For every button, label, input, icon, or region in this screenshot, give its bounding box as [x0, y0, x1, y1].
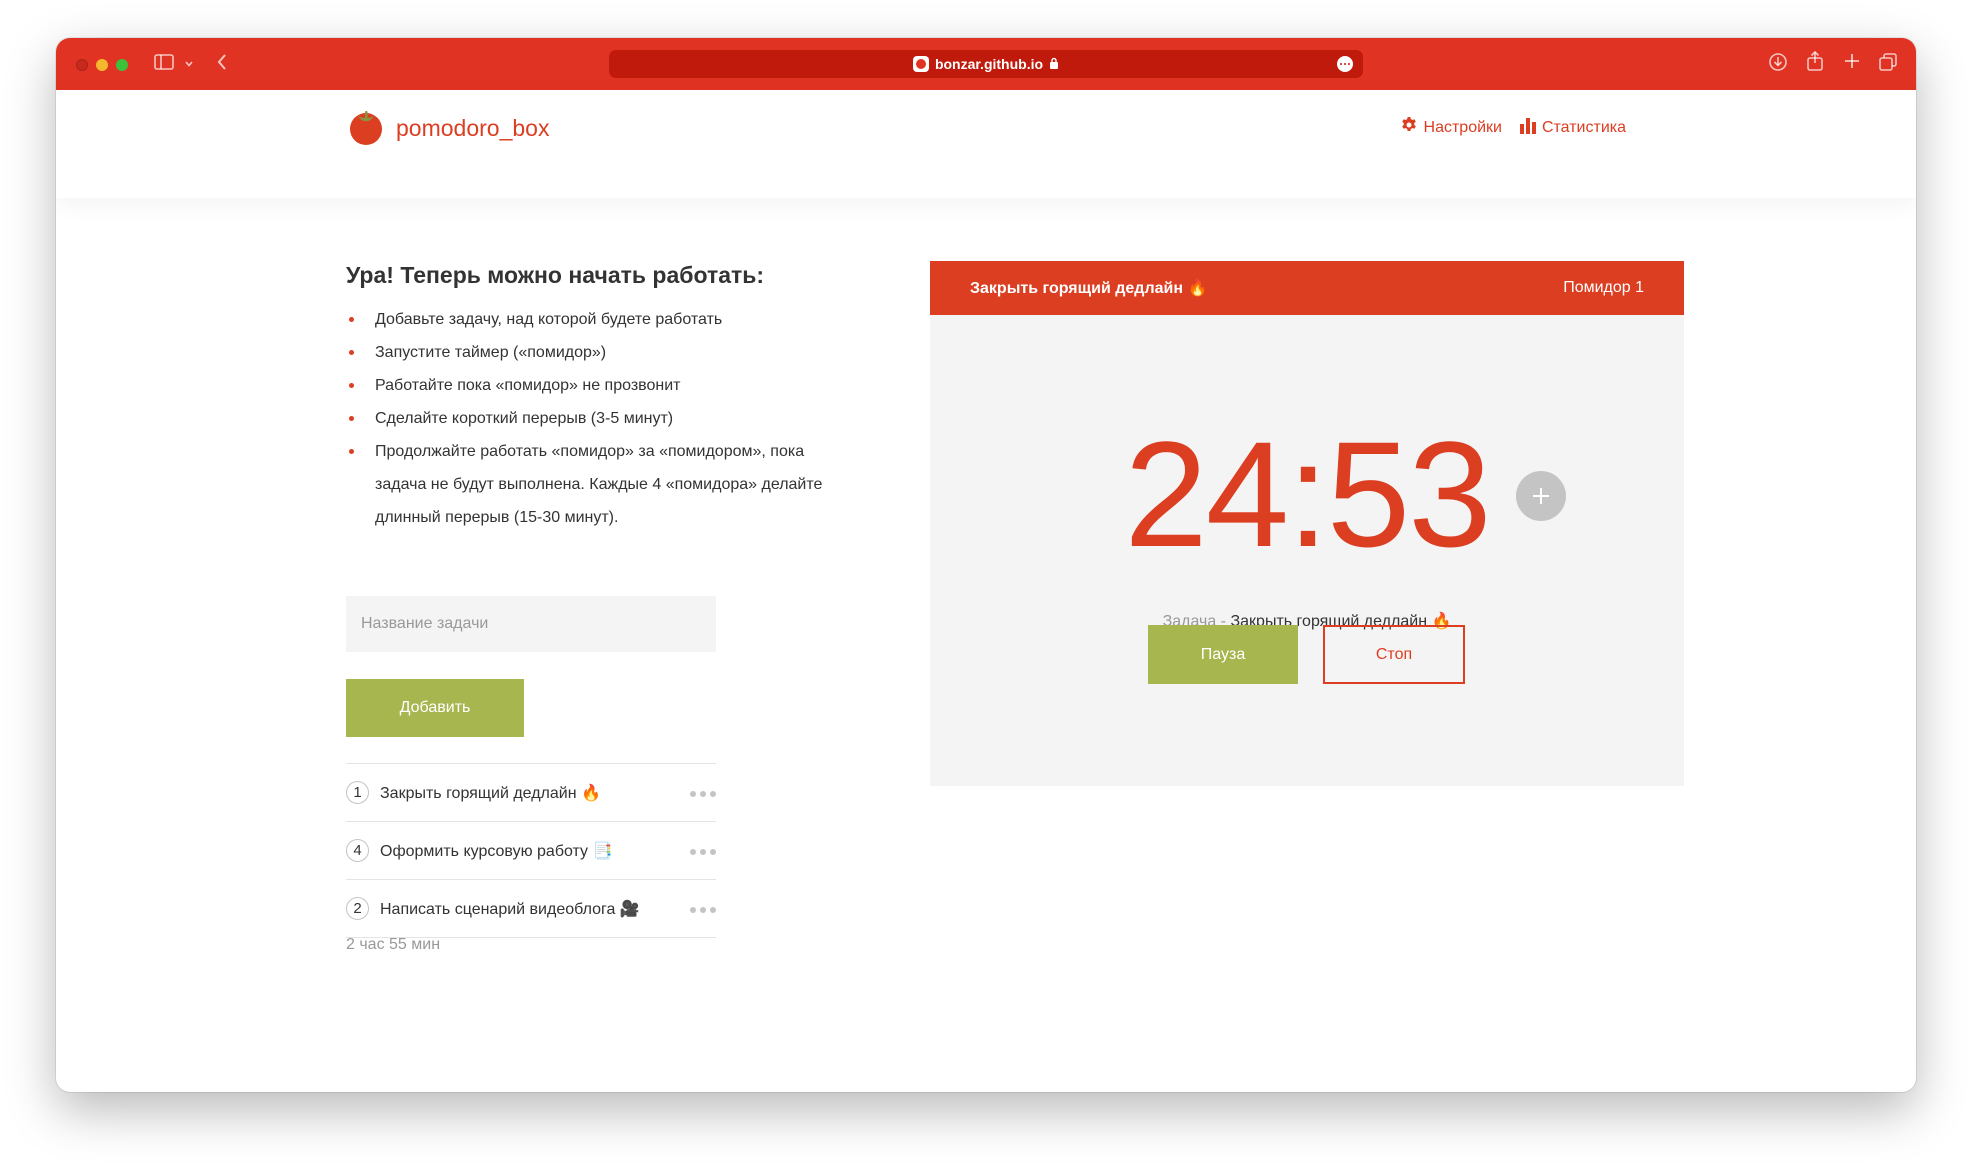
site-logo[interactable]: pomodoro_box [346, 106, 549, 151]
chevron-down-icon[interactable] [184, 56, 194, 74]
nav-statistics[interactable]: Статистика [1519, 116, 1626, 139]
step-item: Работайте пока «помидор» не прозвонит [346, 369, 856, 402]
add-task-button[interactable]: Добавить [346, 679, 524, 737]
timer-controls: Пауза Стоп [1148, 625, 1465, 684]
timer-header: Закрыть горящий дедлайн 🔥 Помидор 1 [930, 261, 1684, 315]
task-name: Написать сценарий видеоблога 🎥 [380, 900, 640, 918]
lock-icon [1049, 56, 1059, 72]
timer-display: 24:53 [1124, 410, 1491, 578]
timer-card: Закрыть горящий дедлайн 🔥 Помидор 1 24:5… [930, 261, 1684, 786]
url-text: bonzar.github.io [934, 56, 1044, 72]
site-header: pomodoro_box Настройки Статистика [56, 90, 1916, 198]
task-item[interactable]: 4 Оформить курсовую работу 📑 [346, 822, 716, 880]
step-item: Продолжайте работать «помидор» за «помид… [346, 435, 856, 534]
close-window-button[interactable] [76, 59, 88, 71]
page-menu-icon[interactable] [1337, 56, 1353, 72]
pomodoro-count: 4 [346, 839, 369, 862]
site-favicon-icon [912, 56, 929, 72]
pause-button[interactable]: Пауза [1148, 625, 1298, 684]
instructions-panel: Ура! Теперь можно начать работать: Добав… [346, 262, 856, 953]
pomodoro-number: Помидор 1 [1563, 279, 1644, 296]
logo-text: pomodoro_box [396, 115, 550, 141]
task-name: Закрыть горящий дедлайн 🔥 [380, 784, 601, 802]
task-item[interactable]: 2 Написать сценарий видеоблога 🎥 [346, 880, 716, 938]
sidebar-toggle-icon[interactable] [154, 53, 174, 76]
back-icon[interactable] [216, 53, 228, 76]
bar-chart-icon [1519, 116, 1536, 139]
browser-toolbar: bonzar.github.io [56, 38, 1916, 90]
nav-settings-label: Настройки [1423, 118, 1502, 136]
total-time: 2 час 55 мин [346, 936, 441, 953]
main-nav: Настройки Статистика [1400, 116, 1626, 139]
task-menu-icon[interactable] [690, 905, 716, 915]
gear-icon [1400, 116, 1418, 139]
zoom-window-button[interactable] [116, 59, 128, 71]
download-icon[interactable] [1768, 52, 1788, 77]
pomodoro-count: 1 [346, 781, 369, 804]
task-menu-icon[interactable] [690, 847, 716, 857]
tomato-icon [346, 106, 386, 151]
nav-settings[interactable]: Настройки [1400, 116, 1502, 139]
task-menu-icon[interactable] [690, 789, 716, 799]
new-tab-icon[interactable] [1843, 52, 1861, 75]
step-item: Запустите таймер («помидор») [346, 336, 856, 369]
browser-window: bonzar.github.io pomodoro_box Настройки … [56, 38, 1916, 1092]
task-list: 1 Закрыть горящий дедлайн 🔥 4 Оформить к… [346, 763, 716, 938]
tab-overview-icon[interactable] [1878, 52, 1898, 77]
task-name-input[interactable] [346, 596, 716, 652]
share-icon[interactable] [1806, 50, 1824, 77]
add-time-button[interactable] [1516, 471, 1566, 521]
step-item: Сделайте короткий перерыв (3-5 минут) [346, 402, 856, 435]
stop-button[interactable]: Стоп [1323, 625, 1465, 684]
current-task-title: Закрыть горящий дедлайн 🔥 [970, 280, 1208, 297]
steps-list: Добавьте задачу, над которой будете рабо… [346, 303, 856, 534]
task-name: Оформить курсовую работу 📑 [380, 842, 613, 860]
pomodoro-count: 2 [346, 897, 369, 920]
page-title: Ура! Теперь можно начать работать: [346, 262, 765, 288]
task-item[interactable]: 1 Закрыть горящий дедлайн 🔥 [346, 764, 716, 822]
address-bar[interactable]: bonzar.github.io [609, 50, 1363, 78]
step-item: Добавьте задачу, над которой будете рабо… [346, 303, 856, 336]
nav-statistics-label: Статистика [1541, 118, 1626, 136]
minimize-window-button[interactable] [96, 59, 108, 71]
